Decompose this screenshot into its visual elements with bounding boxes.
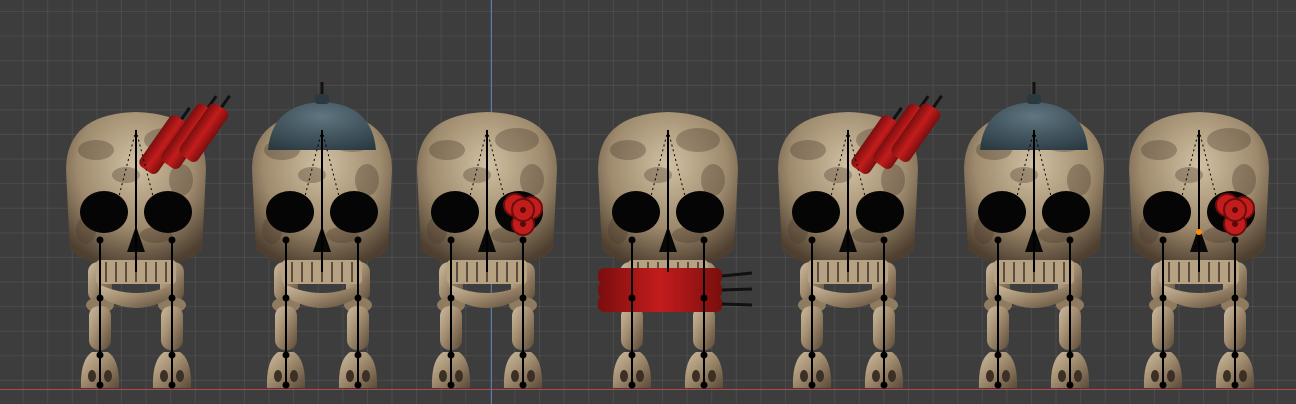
origin-point bbox=[1196, 229, 1202, 235]
fuse bbox=[721, 271, 753, 278]
eye-socket-left bbox=[978, 191, 1026, 233]
eye-socket-right bbox=[856, 191, 904, 233]
skeleton-character-4 bbox=[598, 112, 753, 389]
fuse bbox=[721, 287, 753, 292]
skeleton-character-3 bbox=[417, 112, 557, 389]
eye-socket-right bbox=[144, 191, 192, 233]
eye-socket-left bbox=[1143, 191, 1191, 233]
fuse bbox=[721, 302, 753, 307]
skeleton-character-2 bbox=[252, 82, 392, 389]
skeleton-character-6 bbox=[964, 82, 1104, 389]
fuse bbox=[220, 94, 231, 109]
eye-socket-left bbox=[266, 191, 314, 233]
dynamite-mouth bbox=[598, 268, 753, 312]
skeleton-character-7 bbox=[1129, 112, 1269, 389]
eye-socket-left bbox=[612, 191, 660, 233]
fuse bbox=[932, 94, 943, 109]
skeleton-character-1 bbox=[66, 94, 231, 389]
scene-objects bbox=[66, 82, 1269, 389]
eye-socket-right bbox=[330, 191, 378, 233]
eye-socket-left bbox=[80, 191, 128, 233]
eye-socket-left bbox=[431, 191, 479, 233]
3d-viewport[interactable] bbox=[0, 0, 1296, 404]
eye-socket-right bbox=[676, 191, 724, 233]
eye-socket-left bbox=[792, 191, 840, 233]
eye-socket-right bbox=[1042, 191, 1090, 233]
skeleton-character-5 bbox=[778, 94, 943, 389]
